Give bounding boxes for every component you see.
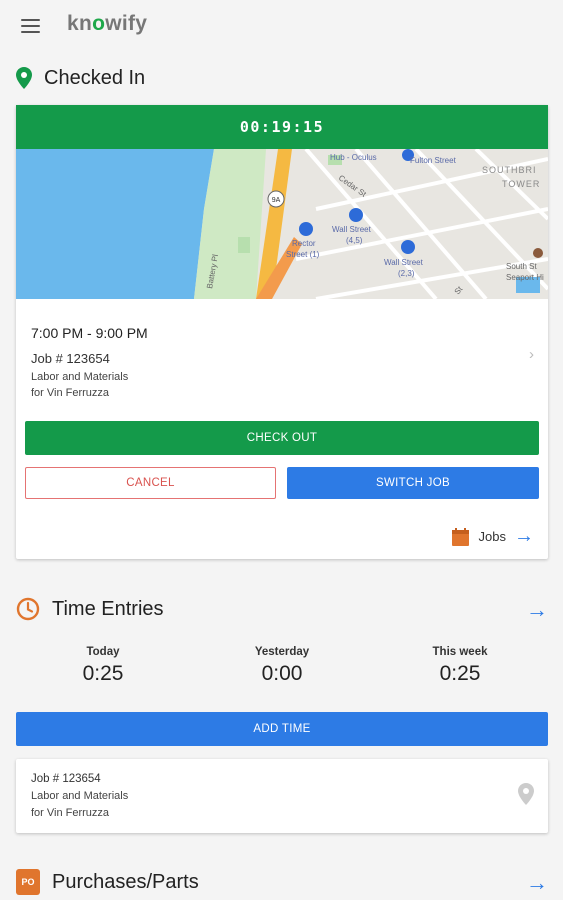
- arrow-right-icon: →: [514, 525, 534, 547]
- time-entries-arrow-icon[interactable]: →: [526, 597, 548, 623]
- cancel-button[interactable]: CANCEL: [25, 467, 276, 499]
- map-label-southbridge: SOUTHBRI: [482, 165, 537, 175]
- map-label-hub: Hub - Oculus: [330, 153, 377, 162]
- stat-value: 0:25: [439, 662, 481, 685]
- stat-value: 0:25: [82, 662, 124, 685]
- top-app-bar: knowify: [0, 0, 563, 52]
- stat-label: Today: [86, 646, 120, 658]
- chevron-right-icon[interactable]: ›: [529, 346, 534, 363]
- entry-job-number: Job # 123654: [31, 773, 101, 785]
- po-badge-label: PO: [21, 877, 35, 887]
- stat-value: 0:00: [261, 662, 303, 685]
- elapsed-timer: 00:19:15: [16, 105, 548, 149]
- map-label-wall2: Wall Street: [384, 258, 424, 267]
- purchases-title: Purchases/Parts: [52, 870, 199, 893]
- clock-icon: [16, 597, 40, 621]
- map-label-south-st: South St: [506, 262, 537, 271]
- map-label-wall1: Wall Street: [332, 225, 372, 234]
- switch-job-button[interactable]: SWITCH JOB: [287, 467, 539, 499]
- purchases-header: PO Purchases/Parts →: [16, 866, 548, 898]
- time-entry-card[interactable]: Job # 123654 Labor and Materials for Vin…: [16, 759, 548, 833]
- route-shield-label: 9A: [272, 197, 281, 204]
- job-number[interactable]: Job # 123654: [31, 351, 110, 366]
- job-description: Labor and Materials: [31, 371, 129, 383]
- location-map[interactable]: 9A Hub - Oculus Fulton Street Rector Str…: [16, 149, 548, 299]
- calendar-icon: [451, 527, 469, 546]
- time-entries-title: Time Entries: [52, 597, 164, 620]
- entry-description: Labor and Materials: [31, 790, 129, 802]
- map-label-fulton: Fulton Street: [410, 156, 457, 165]
- purchases-arrow-icon[interactable]: →: [526, 870, 548, 896]
- job-client: for Vin Ferruzza: [31, 387, 110, 399]
- add-time-button[interactable]: ADD TIME: [16, 712, 548, 746]
- stat-label: Yesterday: [254, 646, 310, 658]
- stat-yesterday: Yesterday 0:00: [212, 646, 352, 686]
- checked-in-title: Checked In: [44, 66, 146, 89]
- jobs-link[interactable]: Jobs →: [451, 525, 534, 548]
- purchase-order-icon: PO: [16, 869, 40, 895]
- stat-today: Today 0:25: [33, 646, 173, 686]
- hamburger-menu-icon[interactable]: [21, 19, 40, 33]
- knowify-logo: knowify: [67, 12, 148, 35]
- jobs-label: Jobs: [478, 529, 506, 544]
- map-label-wall2-line: (2,3): [398, 269, 415, 278]
- stat-this-week: This week 0:25: [390, 646, 530, 686]
- location-pin-icon: [16, 67, 32, 89]
- map-label-rector: Rector: [292, 239, 316, 248]
- check-out-button[interactable]: CHECK OUT: [25, 421, 539, 455]
- time-stats: Today 0:25 Yesterday 0:00 This week 0:25: [16, 646, 548, 706]
- entry-client: for Vin Ferruzza: [31, 807, 110, 819]
- map-label-seaport: Seaport Hi: [506, 273, 544, 282]
- map-label-wall1-line: (4,5): [346, 236, 363, 245]
- stat-label: This week: [432, 646, 488, 658]
- shift-time: 7:00 PM - 9:00 PM: [31, 325, 148, 341]
- map-label-towers: TOWER: [502, 179, 540, 189]
- location-pin-icon: [518, 783, 534, 805]
- checked-in-header: Checked In: [16, 62, 548, 94]
- time-entries-header: Time Entries →: [16, 593, 548, 625]
- checked-in-card: 00:19:15 9A Hub - Oculus Fulton Street R…: [16, 105, 548, 559]
- map-label-rector-line: Street (1): [286, 250, 320, 259]
